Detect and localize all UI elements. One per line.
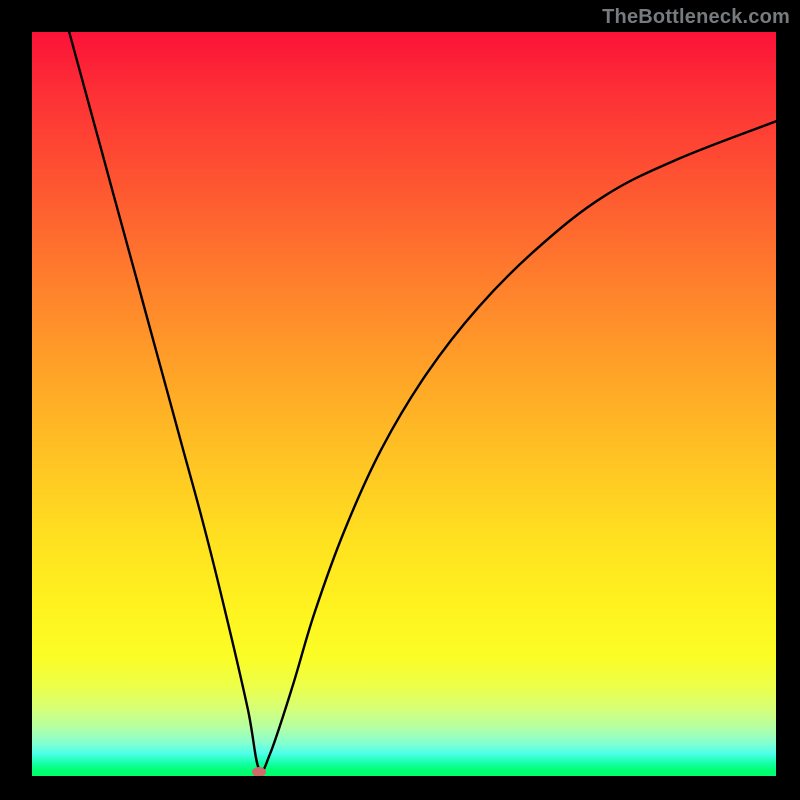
watermark-text: TheBottleneck.com [602, 6, 790, 29]
plot-area [32, 32, 776, 776]
minimum-marker [252, 767, 266, 776]
bottleneck-curve [69, 32, 776, 772]
chart-frame: TheBottleneck.com [0, 0, 800, 800]
curve-layer [32, 32, 776, 776]
